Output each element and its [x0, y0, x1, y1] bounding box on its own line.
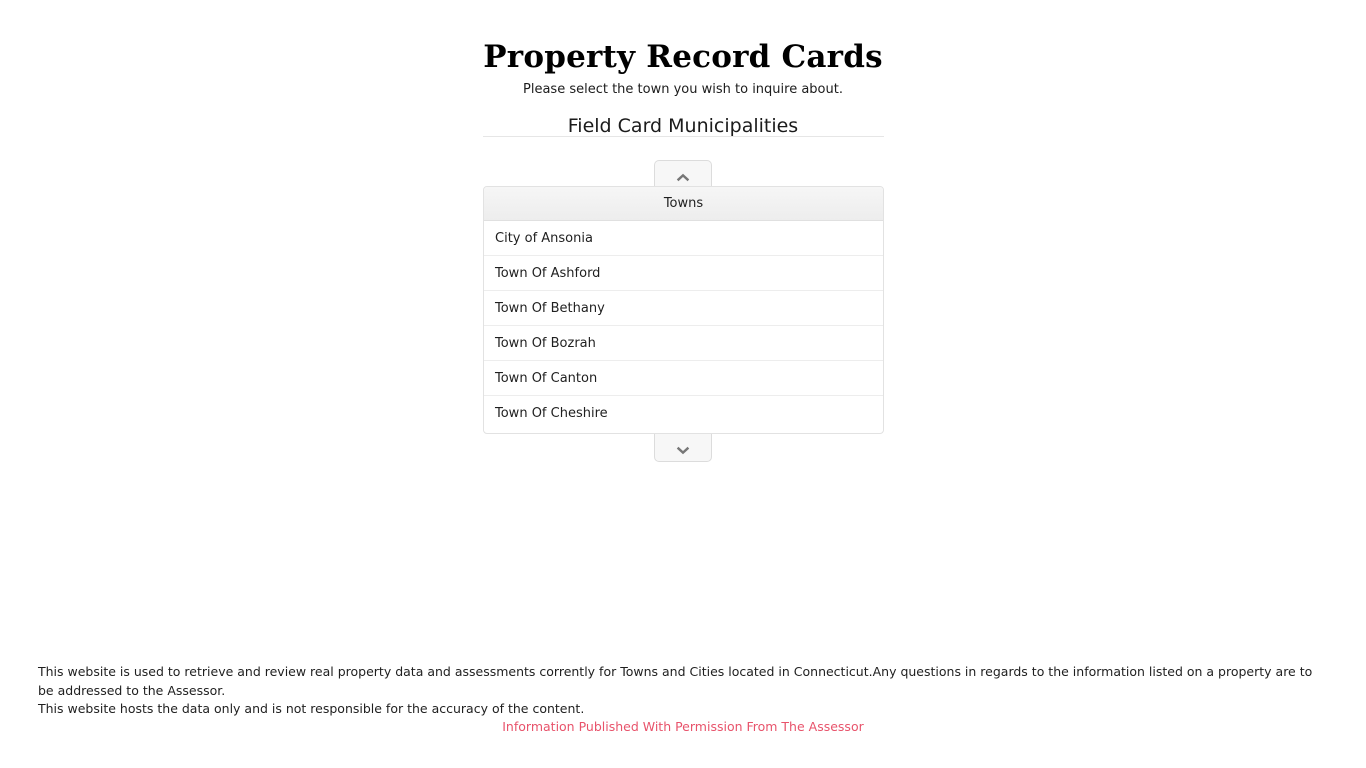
- page-subtitle: Please select the town you wish to inqui…: [523, 82, 843, 97]
- page-title: Property Record Cards: [483, 39, 883, 75]
- heading-divider: [483, 136, 884, 137]
- scroll-down-button[interactable]: [654, 434, 712, 462]
- table-row[interactable]: City of Ansonia: [484, 221, 883, 256]
- scroll-up-button[interactable]: [654, 160, 712, 188]
- permission-notice-text: Information Published With Permission Fr…: [502, 719, 864, 734]
- chevron-up-icon: [676, 170, 690, 182]
- page-root: Property Record Cards Please select the …: [0, 0, 1366, 768]
- chevron-down-icon: [676, 443, 690, 455]
- table-row[interactable]: Town Of Cheshire: [484, 396, 883, 431]
- towns-column-header: Towns: [484, 187, 883, 221]
- table-row[interactable]: Town Of Bozrah: [484, 326, 883, 361]
- table-row[interactable]: Town Of Ashford: [484, 256, 883, 291]
- section-heading: Field Card Municipalities: [567, 115, 799, 137]
- footer-disclaimer: This website is used to retrieve and rev…: [38, 663, 1328, 719]
- permission-notice: Information Published With Permission Fr…: [0, 718, 1366, 736]
- footer-line-1: This website is used to retrieve and rev…: [38, 664, 1313, 698]
- towns-table: Towns City of Ansonia Town Of Ashford To…: [483, 186, 884, 434]
- table-row[interactable]: Town Of Canton: [484, 361, 883, 396]
- footer-line-2: This website hosts the data only and is …: [38, 701, 585, 716]
- page-header: Property Record Cards Please select the …: [0, 0, 1366, 138]
- table-row[interactable]: Town Of Bethany: [484, 291, 883, 326]
